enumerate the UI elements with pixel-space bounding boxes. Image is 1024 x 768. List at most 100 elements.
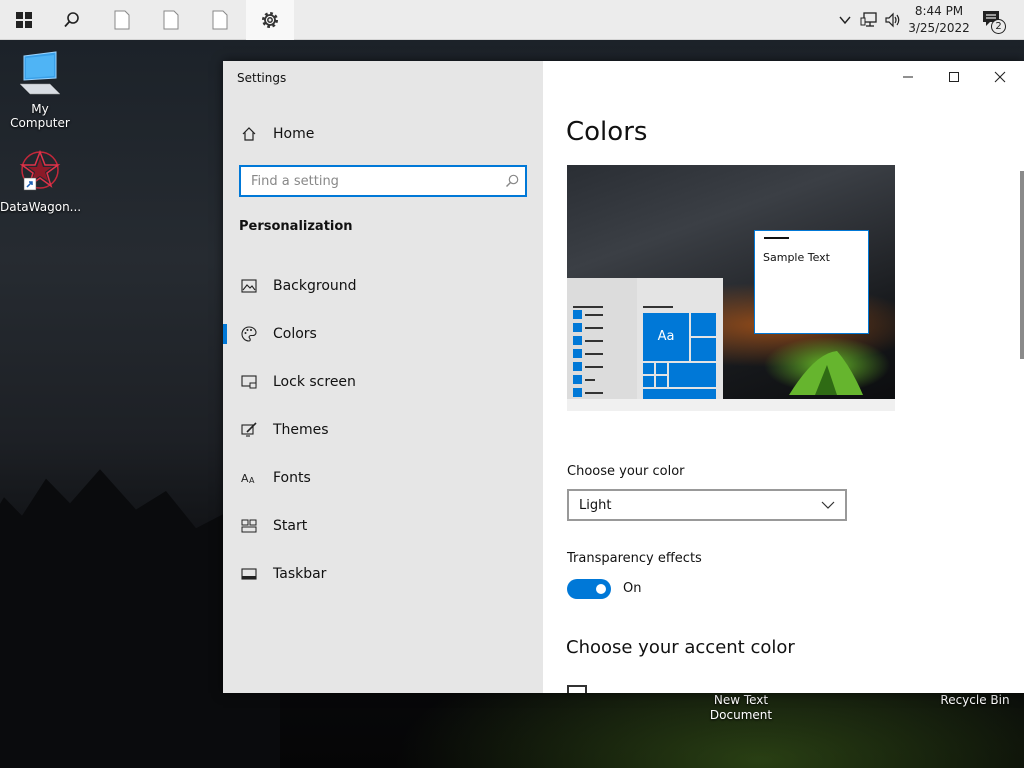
taskbar-app-document-1[interactable]	[98, 0, 146, 40]
preview-tile	[643, 363, 654, 374]
gear-icon	[262, 12, 278, 28]
nav-item-lock-screen[interactable]: Lock screen	[223, 362, 543, 402]
image-icon	[239, 276, 259, 296]
minimize-button[interactable]	[885, 61, 931, 93]
system-tray	[838, 0, 902, 40]
brush-icon	[239, 420, 259, 440]
window-title: Settings	[237, 71, 287, 85]
choose-color-value: Light	[579, 497, 612, 513]
search-icon[interactable]	[504, 173, 520, 189]
taskbar-search-button[interactable]	[48, 0, 96, 40]
toggle-knob	[596, 584, 606, 594]
nav-item-label: Lock screen	[273, 374, 356, 390]
volume-icon[interactable]	[884, 12, 902, 28]
taskbar-icon	[239, 564, 259, 584]
preview-line	[585, 366, 603, 368]
clock-time: 8:44 PM	[914, 4, 964, 18]
clock[interactable]: 8:44 PM 3/25/2022	[906, 3, 972, 37]
nav-item-themes[interactable]: Themes	[223, 410, 543, 450]
document-icon	[114, 10, 130, 30]
computer-icon	[16, 50, 64, 98]
preview-line	[585, 314, 603, 316]
preview-line	[573, 306, 603, 308]
nav-item-label: Taskbar	[273, 566, 327, 582]
search-input[interactable]	[239, 165, 527, 197]
preview-tile-text: Aa	[657, 329, 675, 344]
preview-sample-window: Sample Text	[754, 230, 869, 334]
transparency-state: On	[623, 581, 642, 596]
minimize-icon	[903, 76, 913, 78]
preview-tile	[573, 349, 582, 358]
maximize-button[interactable]	[931, 61, 977, 93]
page-title: Colors	[566, 117, 648, 147]
close-button[interactable]	[977, 61, 1023, 93]
settings-window: Settings Home Personalization Background…	[223, 61, 1024, 693]
nav-item-taskbar[interactable]: Taskbar	[223, 554, 543, 594]
nav-item-label: Start	[273, 518, 308, 534]
chevron-up-icon[interactable]	[838, 13, 852, 27]
nav-item-background[interactable]: Background	[223, 266, 543, 306]
preview-tile	[573, 310, 582, 319]
nav-item-colors[interactable]: Colors	[223, 314, 543, 354]
choose-color-dropdown[interactable]: Light	[567, 489, 847, 521]
preview-tile	[691, 338, 716, 361]
preview-line	[585, 353, 603, 355]
palette-icon	[239, 324, 259, 344]
action-center-button[interactable]: 2	[978, 8, 1012, 34]
document-icon	[212, 10, 228, 30]
transparency-label: Transparency effects	[567, 551, 702, 566]
preview-tile	[573, 362, 582, 371]
desktop-icon-new-text-document[interactable]: New Text Document	[700, 693, 782, 723]
preview-sample-text: Sample Text	[763, 251, 830, 264]
nav-item-fonts[interactable]: AA Fonts	[223, 458, 543, 498]
preview-tile	[573, 336, 582, 345]
desktop-icon-label: Recycle Bin	[940, 693, 1010, 707]
svg-text:A: A	[241, 472, 249, 485]
nav-home-label: Home	[273, 126, 315, 142]
start-icon	[239, 516, 259, 536]
desktop-icon-datawagon[interactable]: DataWagon...	[0, 148, 82, 214]
nav-item-start[interactable]: Start	[223, 506, 543, 546]
preview-tile	[573, 388, 582, 397]
section-heading: Personalization	[239, 219, 353, 234]
maximize-icon	[949, 72, 959, 82]
transparency-toggle[interactable]	[567, 579, 611, 599]
choose-color-label: Choose your color	[567, 464, 685, 479]
preview-shadow	[567, 399, 895, 411]
desktop-icon-recycle-bin[interactable]: Recycle Bin	[936, 693, 1014, 708]
document-icon	[163, 10, 179, 30]
tent-icon	[789, 351, 863, 395]
preview-tile	[656, 363, 667, 374]
network-icon[interactable]	[860, 12, 878, 28]
taskbar-app-document-2[interactable]	[147, 0, 195, 40]
preview-line	[643, 306, 673, 308]
desktop-icon-label: Document	[709, 708, 773, 722]
chevron-down-icon	[821, 501, 835, 509]
taskbar-app-settings[interactable]	[246, 0, 294, 40]
auto-accent-checkbox[interactable]	[567, 685, 587, 693]
preview-tile	[573, 323, 582, 332]
svg-text:A: A	[249, 476, 255, 485]
home-icon	[239, 124, 259, 144]
nav-item-label: Fonts	[273, 470, 311, 486]
notification-count-badge: 2	[991, 19, 1006, 34]
desktop-icon-my-computer[interactable]: My Computer	[0, 50, 80, 130]
windows-logo-icon	[16, 12, 32, 28]
desktop-icon-label: My Computer	[10, 102, 70, 130]
nav-item-label: Colors	[273, 326, 317, 342]
desktop-icon-label: DataWagon...	[0, 200, 82, 214]
clock-date: 3/25/2022	[908, 21, 970, 35]
nav-home[interactable]: Home	[223, 114, 543, 154]
lock-screen-icon	[239, 372, 259, 392]
taskbar-app-document-3[interactable]	[196, 0, 244, 40]
preview-line	[585, 340, 603, 342]
preview-tile	[643, 376, 654, 387]
start-button[interactable]	[0, 0, 48, 40]
close-icon	[994, 71, 1006, 83]
preview-tile	[691, 313, 716, 336]
preview-line	[585, 327, 603, 329]
scrollbar[interactable]	[1020, 171, 1024, 359]
preview-line	[585, 379, 595, 381]
preview-line	[585, 392, 603, 394]
theme-preview: Aa Sample Text	[567, 165, 895, 399]
